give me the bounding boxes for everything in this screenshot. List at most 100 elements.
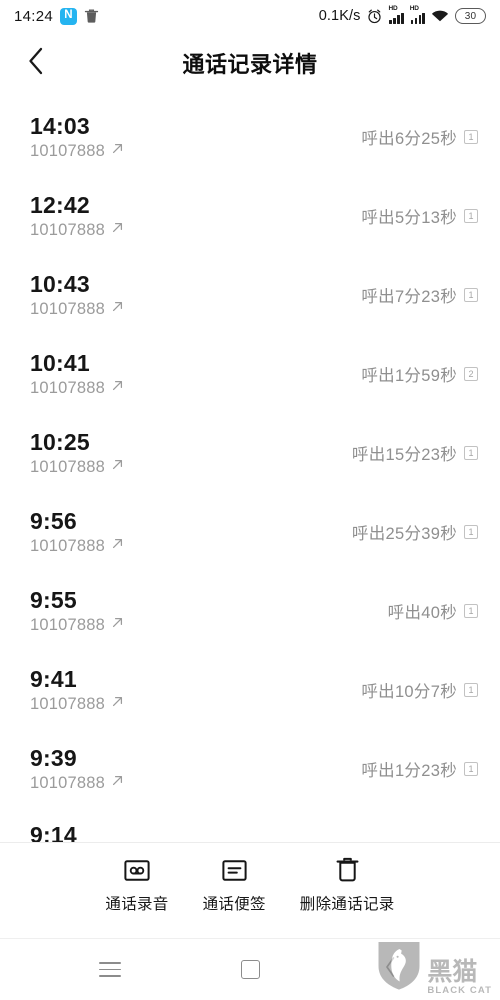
call-duration: 呼出1分59秒 [361,367,457,385]
outgoing-call-arrow-icon [111,616,124,634]
row-right: 呼出15分23秒 1 [352,430,478,465]
action-label: 通话便签 [202,896,266,913]
status-trash-icon [84,8,99,24]
call-duration: 呼出6分25秒 [361,130,457,148]
call-number-line: 10107888 [30,695,124,714]
wifi-icon [431,9,449,23]
table-row-partial[interactable]: 9:14 [0,811,500,842]
action-bar: 通话录音 通话便签 删除通话记录 [0,842,500,938]
call-duration: 呼出1分23秒 [361,762,457,780]
call-number: 10107888 [30,141,106,160]
call-time: 10:25 [30,429,90,455]
table-row[interactable]: 10:43 10107888 呼出7分23秒 1 [0,258,500,337]
call-number-line: 10107888 [30,142,124,161]
call-time: 14:03 [30,113,90,139]
sim1-hd-label: HD [388,5,398,12]
sim-slot-badge: 1 [464,762,478,776]
nfc-icon: N [60,7,78,25]
call-duration: 呼出15分23秒 [351,446,457,464]
outgoing-call-arrow-icon [111,458,124,476]
call-recording-icon [124,857,150,883]
action-call-recording[interactable]: 通话录音 [105,857,168,914]
call-time: 9:56 [30,508,77,534]
home-square-icon [240,960,260,979]
call-number-line: 10107888 [30,221,124,240]
action-label: 删除通话记录 [299,896,395,913]
outgoing-call-arrow-icon [111,221,124,239]
call-number: 10107888 [30,378,106,397]
outgoing-call-arrow-icon [111,142,124,160]
call-number-line: 10107888 [30,537,124,556]
table-row[interactable]: 10:25 10107888 呼出15分23秒 1 [0,416,500,495]
call-time: 9:41 [30,666,77,692]
phone-screen: 14:24 N 0.1K/s HD HD 30 通话记录详情 14:03 101… [0,0,500,1000]
call-number: 10107888 [30,694,106,713]
outgoing-call-arrow-icon [111,300,124,318]
row-right: 呼出6分25秒 1 [361,114,478,149]
outgoing-call-arrow-icon [111,379,124,397]
sim-slot-badge: 1 [464,288,478,302]
menu-recents-icon [99,962,121,977]
sim-slot-badge: 1 [464,209,478,223]
call-time: 9:55 [30,587,77,613]
outgoing-call-arrow-icon [111,537,124,555]
table-row[interactable]: 9:56 10107888 呼出25分39秒 1 [0,495,500,574]
outgoing-call-arrow-icon [111,695,124,713]
action-call-note[interactable]: 通话便签 [203,857,266,914]
call-rows-host: 14:03 10107888 呼出6分25秒 1 12:42 10107888 呼出5分13… [0,100,500,811]
call-record-list[interactable]: 14:03 10107888 呼出6分25秒 1 12:42 10107888 呼出5分13… [0,94,500,842]
call-duration: 呼出40秒 [387,604,457,622]
call-time: 10:43 [30,271,90,297]
call-number: 10107888 [30,773,106,792]
app-bar: 通话记录详情 [0,32,500,94]
row-left: 9:56 10107888 [30,509,124,556]
row-left: 10:25 10107888 [30,430,124,477]
back-button[interactable] [8,35,64,91]
table-row[interactable]: 9:41 10107888 呼出10分7秒 1 [0,653,500,732]
status-bar: 14:24 N 0.1K/s HD HD 30 [0,0,500,32]
status-bar-clock: 14:24 [14,7,54,25]
row-right: 呼出5分13秒 1 [361,193,478,228]
call-time: 9:39 [30,745,77,771]
call-number-line: 10107888 [30,458,124,477]
watermark-text: 黑猫 BLACK CAT [427,957,492,996]
nav-recents-button[interactable] [83,947,137,993]
call-number-line: 10107888 [30,774,124,793]
call-number-line: 10107888 [30,300,124,319]
row-left-partial: 9:14 [30,823,77,842]
table-row[interactable]: 9:55 10107888 呼出40秒 1 [0,574,500,653]
call-number-line: 10107888 [30,379,124,398]
row-right: 呼出1分23秒 1 [361,746,478,781]
call-number-line: 10107888 [30,616,124,635]
sim-slot-badge: 1 [464,604,478,618]
table-row[interactable]: 9:39 10107888 呼出1分23秒 1 [0,732,500,811]
system-navigation-bar: 黑猫 BLACK CAT [0,938,500,1000]
table-row[interactable]: 10:41 10107888 呼出1分59秒 2 [0,337,500,416]
watermark-en-label: BLACK CAT [427,985,492,996]
table-row[interactable]: 14:03 10107888 呼出6分25秒 1 [0,100,500,179]
sim1-signal-icon: HD [388,5,404,24]
call-duration: 呼出5分13秒 [361,209,457,227]
watermark-cn-label: 黑猫 [427,957,478,986]
sim-slot-badge: 1 [464,130,478,144]
call-number: 10107888 [30,615,106,634]
call-duration: 呼出7分23秒 [361,288,457,306]
action-delete-records[interactable]: 删除通话记录 [300,857,395,914]
battery-icon: 30 [455,8,486,24]
row-right: 呼出25分39秒 1 [352,509,478,544]
call-duration: 呼出10分7秒 [361,683,457,701]
status-bar-right: 0.1K/s HD HD 30 [319,5,486,24]
alarm-clock-icon [367,9,382,24]
call-number: 10107888 [30,299,106,318]
nav-back-button[interactable] [363,947,417,993]
row-left: 14:03 10107888 [30,114,124,161]
row-left: 12:42 10107888 [30,193,124,240]
chevron-left-icon [25,45,47,82]
nav-home-button[interactable] [223,947,277,993]
call-time: 10:41 [30,350,90,376]
sim-slot-badge: 1 [464,446,478,460]
table-row[interactable]: 12:42 10107888 呼出5分13秒 1 [0,179,500,258]
call-duration: 呼出25分39秒 [351,525,457,543]
row-right: 呼出7分23秒 1 [361,272,478,307]
call-number: 10107888 [30,536,106,555]
